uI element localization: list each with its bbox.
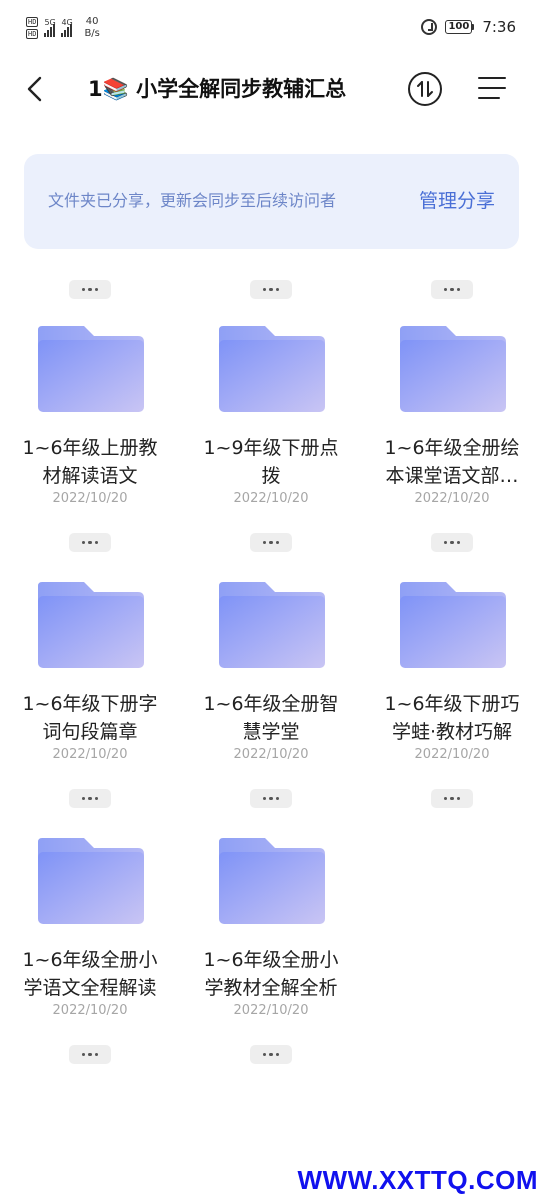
clock-time: 7:36 [482,18,516,36]
folder-date: 2022/10/20 [52,1003,128,1018]
folder-name: 1~6年级全册小 学语文全程解读 [22,949,158,999]
signal2-label: 4G [61,18,73,27]
back-button[interactable] [22,72,52,106]
folder-date: 2022/10/20 [52,491,128,506]
folder-item[interactable]: 1~6年级下册字 词句段篇章 2022/10/20 [2,582,178,812]
folder-name: 1~6年级全册绘 本课堂语文部… [384,437,520,487]
share-notice-text: 文件夹已分享，更新会同步至后续访问者 [48,191,337,210]
status-left: HD HD 5G 4G 40 B/s [26,16,100,40]
folder-icon [38,838,144,924]
more-options-button[interactable] [69,280,111,299]
folder-date: 2022/10/20 [233,1003,309,1018]
more-options-button[interactable] [250,1045,292,1064]
folder-name: 1~6年级全册小 学教材全解全析 [203,949,339,999]
folder-item[interactable]: 1~6年级全册小 学教材全解全析 2022/10/20 [183,838,359,1068]
folder-icon [38,582,144,668]
folder-name: 1~6年级下册字 词句段篇章 [22,693,158,743]
network-speed-value: 40 [85,16,99,27]
more-options-button[interactable] [431,280,473,299]
folder-icon [38,326,144,412]
folder-icon [219,326,325,412]
more-options-button[interactable] [69,1045,111,1064]
network-speed: 40 B/s [84,16,99,40]
page-title: 1📚 小学全解同步教辅汇总 [88,77,347,101]
site-watermark: WWW.XXTTQ.COM [297,1165,538,1195]
folder-name: 1~6年级全册智 慧学堂 [203,693,339,743]
folder-item[interactable]: 1~6年级上册教 材解读语文 2022/10/20 [2,326,178,556]
signal-5g-icon: 5G [44,18,56,37]
signal-4g-icon: 4G [61,18,73,37]
sim2-hd-icon: HD [26,29,39,39]
folder-date: 2022/10/20 [414,747,490,762]
folder-item[interactable]: 1~6年级全册小 学语文全程解读 2022/10/20 [2,838,178,1068]
battery-level: 100 [445,20,473,34]
sim-indicators: HD HD [26,17,39,39]
folder-icon [400,326,506,412]
manage-share-button[interactable]: 管理分享 [419,188,495,214]
top-app-bar: 1📚 小学全解同步教辅汇总 [0,62,543,116]
status-bar: HD HD 5G 4G 40 B/s 100 7:36 [0,0,543,60]
more-options-button[interactable] [250,280,292,299]
folder-date: 2022/10/20 [233,747,309,762]
more-options-button[interactable] [69,789,111,808]
alarm-clock-icon [421,19,438,35]
more-options-button[interactable] [250,789,292,808]
folder-item[interactable]: 1~9年级下册点拨 2022/10/20 [183,326,359,556]
folder-item[interactable]: 1~6年级全册智 慧学堂 2022/10/20 [183,582,359,812]
sort-arrows-icon [417,81,433,97]
more-options-button[interactable] [431,533,473,552]
folder-icon [219,838,325,924]
folder-item[interactable]: 1~6年级全册绘 本课堂语文部… 2022/10/20 [364,326,540,556]
status-right: 100 7:36 [421,18,516,36]
folder-name: 1~6年级上册教 材解读语文 [22,437,158,487]
more-options-button[interactable] [250,533,292,552]
network-speed-unit: B/s [84,28,100,39]
folder-name: 1~6年级下册巧 学蛙·教材巧解 [384,693,520,743]
sim1-hd-icon: HD [26,17,39,27]
chevron-left-icon [27,76,42,102]
more-options-button[interactable] [431,789,473,808]
folder-date: 2022/10/20 [414,491,490,506]
folder-item[interactable]: 1~6年级下册巧 学蛙·教材巧解 2022/10/20 [364,582,540,812]
battery-icon: 100 [445,20,475,34]
menu-button[interactable] [476,72,508,104]
folder-date: 2022/10/20 [233,491,309,506]
hamburger-menu-icon [478,77,506,99]
folder-date: 2022/10/20 [52,747,128,762]
folder-icon [400,582,506,668]
signal1-label: 5G [44,18,56,27]
folder-icon [219,582,325,668]
sort-button[interactable] [408,72,442,106]
share-notice-banner: 文件夹已分享，更新会同步至后续访问者 管理分享 [24,154,519,249]
more-options-button[interactable] [69,533,111,552]
folder-name: 1~9年级下册点拨 [203,437,339,487]
